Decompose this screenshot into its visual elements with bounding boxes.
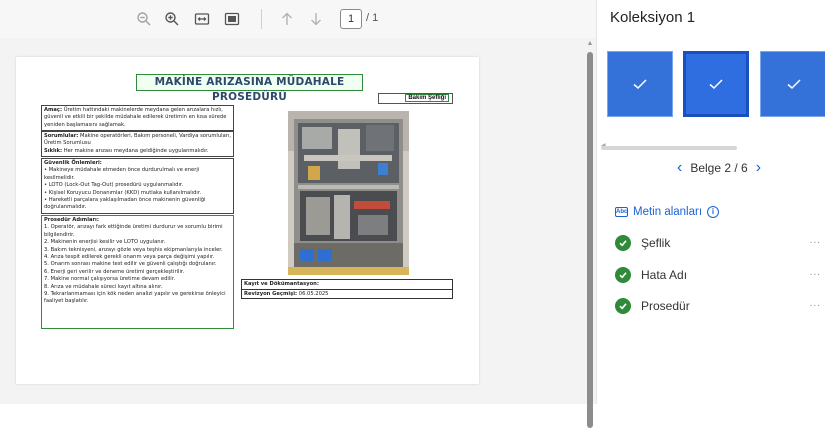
field-item[interactable]: Hata Adı ... [615,265,825,285]
check-icon [633,79,647,90]
responsibles-label: Sorumlular: [44,133,79,139]
table-row: Revizyon Geçmişi: 06.05.2025 [242,289,452,298]
procedure-step: 1. Operatör, arızayı fark ettiğinde üret… [44,224,223,238]
document-thumbnail[interactable] [607,51,673,117]
safety-item: • Makineye müdahale etmeden önce durduru… [44,167,200,181]
safety-item: • LOTO (Lock-Out Tag-Out) prosedürü uygu… [44,182,184,189]
page-number-input[interactable]: 1 [340,9,362,29]
purpose-text: Üretim hattındaki makinelerde meydana ge… [44,107,227,128]
viewer-toolbar: 1 / 1 [0,0,596,38]
revision-label: Revizyon Geçmişi: [244,291,298,297]
collection-panel: Koleksiyon 1 ◀ ‹ Belge 2 / 6 › Abc Metin… [596,0,825,404]
revision-value: 06.05.2025 [298,291,329,297]
field-name: Şeflik [641,236,671,250]
text-fields-header[interactable]: Abc Metin alanları i [615,206,720,218]
chevron-right-icon[interactable]: › [756,160,761,176]
document-title: MAKİNE ARIZASINA MÜDAHALE PROSEDÜRÜ [136,74,363,103]
safety-item: • Hareketli parçalara yaklaşılmadan önce… [44,197,206,211]
field-item[interactable]: Prosedür ... [615,296,825,316]
more-icon[interactable]: ... [810,235,821,246]
thumbnail-scrollbar[interactable] [601,146,737,150]
field-item[interactable]: Şeflik ... [615,233,825,253]
check-icon [709,79,723,90]
more-icon[interactable]: ... [810,267,821,278]
field-name: Hata Adı [641,268,688,282]
safety-block: Güvenlik Önlemleri: • Makineye müdahale … [41,158,234,214]
frequency-label: Sıklık: [44,147,63,154]
table-row: Kayıt ve Dökümantasyon: [242,280,452,289]
purpose-block: Amaç: Üretim hattındaki makinelerde meyd… [41,105,234,131]
document-thumbnail-selected[interactable] [683,51,749,117]
text-fields-label[interactable]: Metin alanları [633,206,702,218]
procedure-step: 2. Makinenin enerjisi kesilir ve LOTO uy… [44,239,166,246]
document-thumbnail[interactable] [760,51,825,117]
check-icon [615,267,631,283]
page-total-label: / 1 [366,12,379,24]
check-icon [615,298,631,314]
machine-photo [288,111,409,275]
document-counter: Belge 2 / 6 [690,161,748,175]
document-navigator: ‹ Belge 2 / 6 › [677,160,761,176]
chevron-left-icon[interactable]: ‹ [677,160,682,176]
fit-width-icon[interactable] [193,10,211,28]
zoom-in-icon[interactable] [163,10,181,28]
field-name: Prosedür [641,299,690,313]
responsibles-block: Sorumlular: Makine operatörleri, Bakım p… [41,131,234,157]
arrow-down-icon[interactable] [307,10,325,28]
arrow-up-icon[interactable] [278,10,296,28]
scrollbar-thumb[interactable] [587,52,593,428]
procedure-step: 8. Arıza ve müdahale süreci kayıt altına… [44,283,163,290]
procedure-step: 6. Enerji geri verilir ve deneme üretimi… [44,268,185,275]
info-icon[interactable]: i [707,206,720,218]
author-label: Bakım Şefliği [405,94,449,102]
procedure-label: Prosedür Adımları: [44,217,99,223]
frequency-text: Her makine arızası meydana geldiğinde uy… [63,147,209,154]
author-box: Bakım Şefliği [378,93,453,104]
procedure-block: Prosedür Adımları: 1. Operatör, arızayı … [41,215,234,329]
safety-item: • Kişisel Koruyucu Donanımlar (KKD) mutl… [44,189,202,196]
scroll-up-icon[interactable]: ▲ [586,40,594,48]
record-label: Kayıt ve Dökümantasyon: [244,281,319,287]
procedure-step: 5. Onarım sonrası makine test edilir ve … [44,261,217,268]
toolbar-divider [261,9,262,29]
info-table: Kayıt ve Dökümantasyon: Revizyon Geçmişi… [241,279,453,299]
document-viewer: 1 / 1 MAKİNE ARIZASINA MÜDAHALE PROSEDÜR… [0,0,596,428]
purpose-label: Amaç: [44,107,63,113]
check-icon [787,79,801,90]
safety-label: Güvenlik Önlemleri: [44,160,102,166]
fit-page-icon[interactable] [223,10,241,28]
procedure-step: 3. Bakım teknisyeni, arızayı gözle veya … [44,246,223,253]
zoom-out-icon[interactable] [135,10,153,28]
more-icon[interactable]: ... [810,298,821,309]
vertical-scrollbar[interactable]: ▲ [586,40,594,428]
collection-title: Koleksiyon 1 [610,9,696,26]
check-icon [615,235,631,251]
procedure-step: 9. Tekrarlanmaması için kök neden analiz… [44,291,226,305]
document-page: MAKİNE ARIZASINA MÜDAHALE PROSEDÜRÜ Bakı… [16,57,479,384]
text-field-icon: Abc [615,207,628,217]
procedure-step: 7. Makine normal çalışıyorsa üretime dev… [44,276,176,283]
